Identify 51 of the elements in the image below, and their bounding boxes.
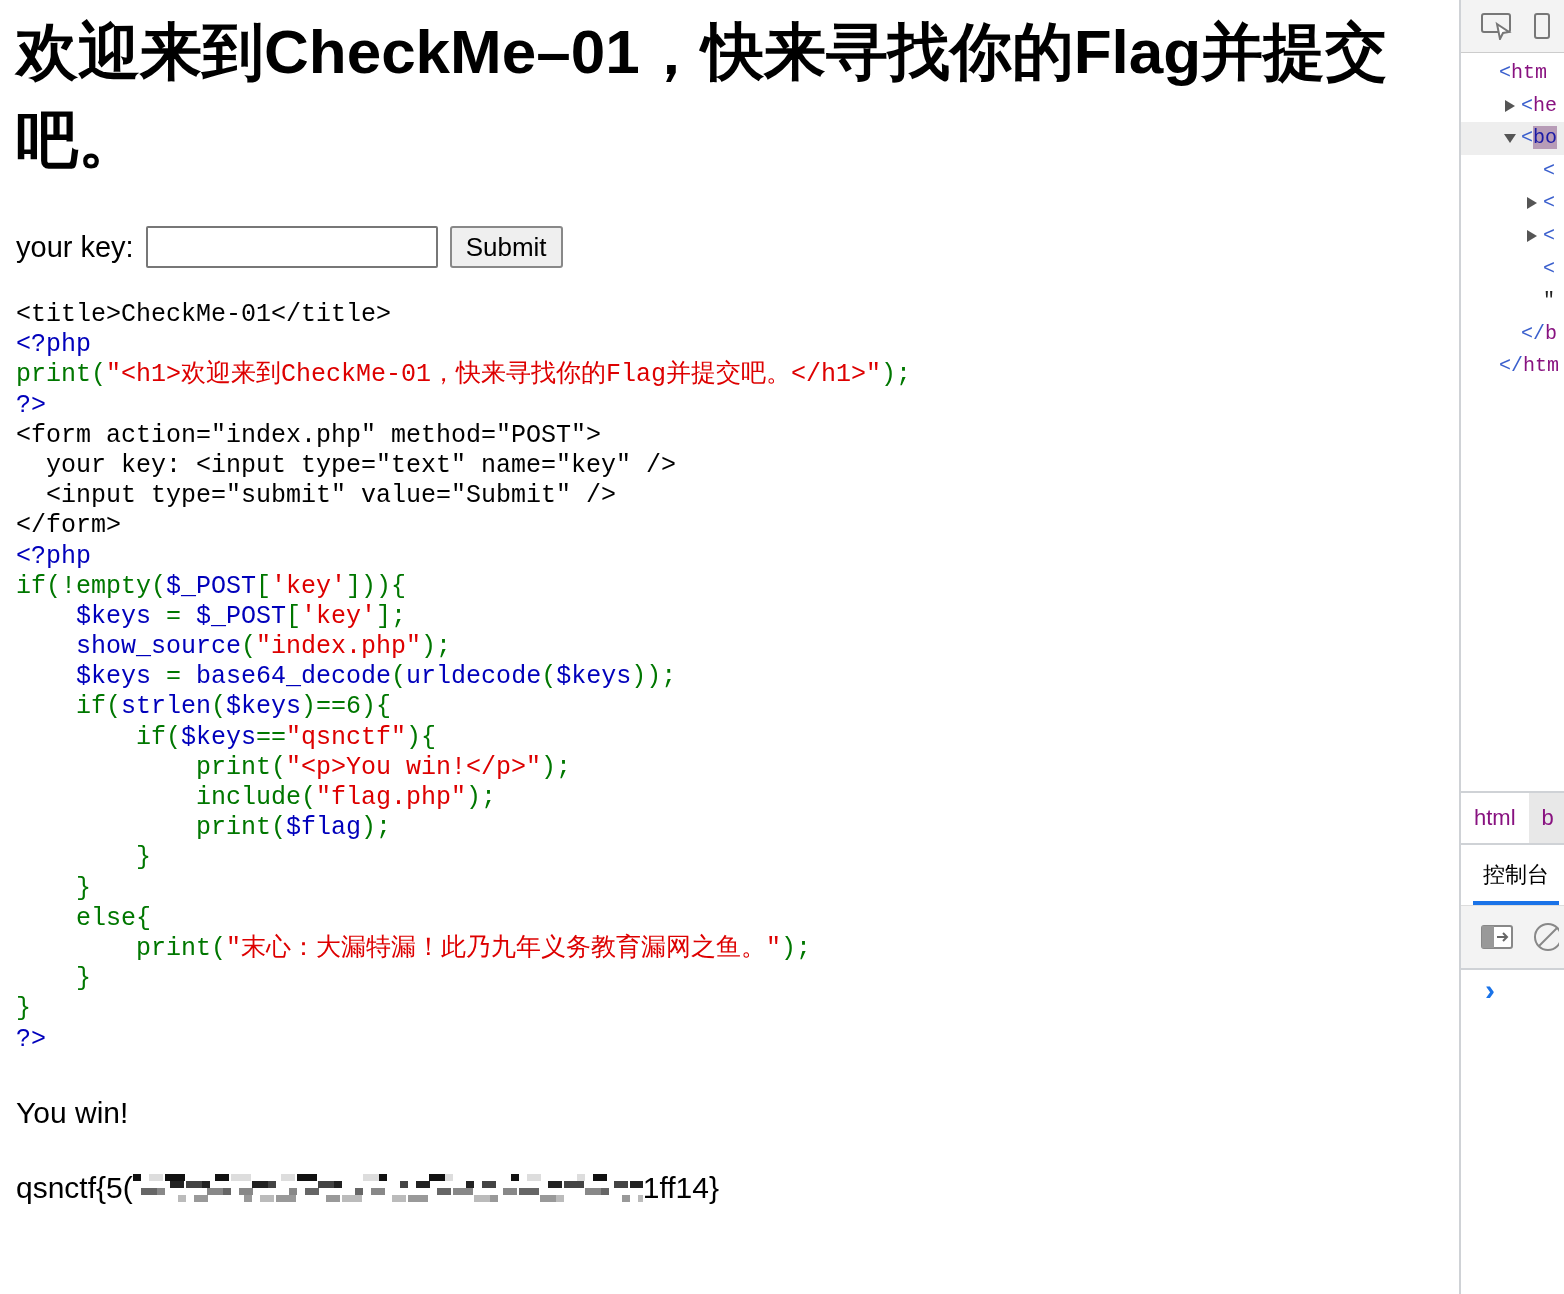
code-line: print("<h1>欢迎来到CheckMe-01，快来寻找你的Flag并提交吧。</h1>"); [16, 360, 913, 391]
collapsed-triangle-icon[interactable] [1504, 99, 1516, 112]
code-line: your key: <input type="text" name="key" /> [45, 450, 678, 482]
code-line: if($keys=="qsnctf"){ [135, 722, 438, 753]
code-line: <title>CheckMe-01</title> [16, 300, 393, 331]
dom-node[interactable]: <htm [1499, 57, 1548, 90]
sidebar-toggle-icon[interactable] [1481, 925, 1513, 949]
device-icon[interactable] [1533, 12, 1553, 40]
dom-node[interactable]: < [1543, 187, 1555, 220]
flag-text: 1ff14} [642, 1169, 719, 1206]
expanded-triangle-icon[interactable] [1504, 132, 1516, 145]
page-heading: 欢迎来到CheckMe–01，快来寻找你的Flag并提交吧。 [16, 16, 1389, 176]
code-line: ?> [16, 1024, 47, 1055]
result-text: You win! [16, 1094, 130, 1131]
code-line: } [135, 843, 153, 874]
key-input[interactable] [145, 226, 438, 268]
code-line: <input type="submit" value="Submit" /> [45, 481, 618, 512]
code-line: print($flag); [195, 813, 393, 844]
code-line: </form> [16, 511, 123, 542]
clear-icon[interactable] [1533, 922, 1559, 952]
code-line: <form action="index.php" method="POST"> [16, 420, 603, 451]
code-line: $keys = base64_decode(urldecode($keys)); [75, 662, 678, 693]
code-line: print("末心：大漏特漏！此乃九年义务教育漏网之鱼。"); [135, 933, 813, 965]
inspect-icon[interactable] [1481, 12, 1513, 40]
code-line: $keys = $_POST['key']; [75, 601, 408, 633]
collapsed-triangle-icon[interactable] [1526, 197, 1538, 210]
closing-tag[interactable]: </htm [1499, 350, 1560, 383]
code-line: } [16, 994, 32, 1025]
code-line: } [75, 873, 92, 904]
flag-text: qsnctf{5( [16, 1169, 133, 1206]
code-line: <?php [16, 330, 92, 361]
dom-node[interactable]: < [1543, 252, 1555, 286]
code-line: ?> [16, 390, 47, 421]
code-line: include("flag.php"); [195, 783, 498, 814]
closing-tag[interactable]: </b [1521, 317, 1558, 351]
code-line: if(strlen($keys)==6){ [75, 692, 393, 723]
code-line: } [75, 964, 92, 995]
dom-node[interactable]: " [1543, 285, 1555, 318]
console-prompt[interactable]: › [1461, 970, 1495, 1010]
code-line: print("<p>You win!</p>"); [195, 752, 573, 783]
code-line: if(!empty($_POST['key'])){ [16, 571, 408, 602]
code-line: show_source("index.php"); [75, 632, 453, 663]
submit-button[interactable]: Submit [449, 226, 563, 268]
dom-node[interactable]: < [1543, 154, 1555, 188]
code-line: else{ [75, 903, 153, 934]
code-line: <?php [16, 541, 92, 572]
collapsed-triangle-icon[interactable] [1526, 229, 1538, 242]
dom-node[interactable]: < [1543, 219, 1555, 253]
dom-node[interactable]: <he [1521, 89, 1558, 123]
breadcrumb[interactable]: b [1528, 793, 1564, 843]
key-label: your key: [16, 230, 134, 264]
